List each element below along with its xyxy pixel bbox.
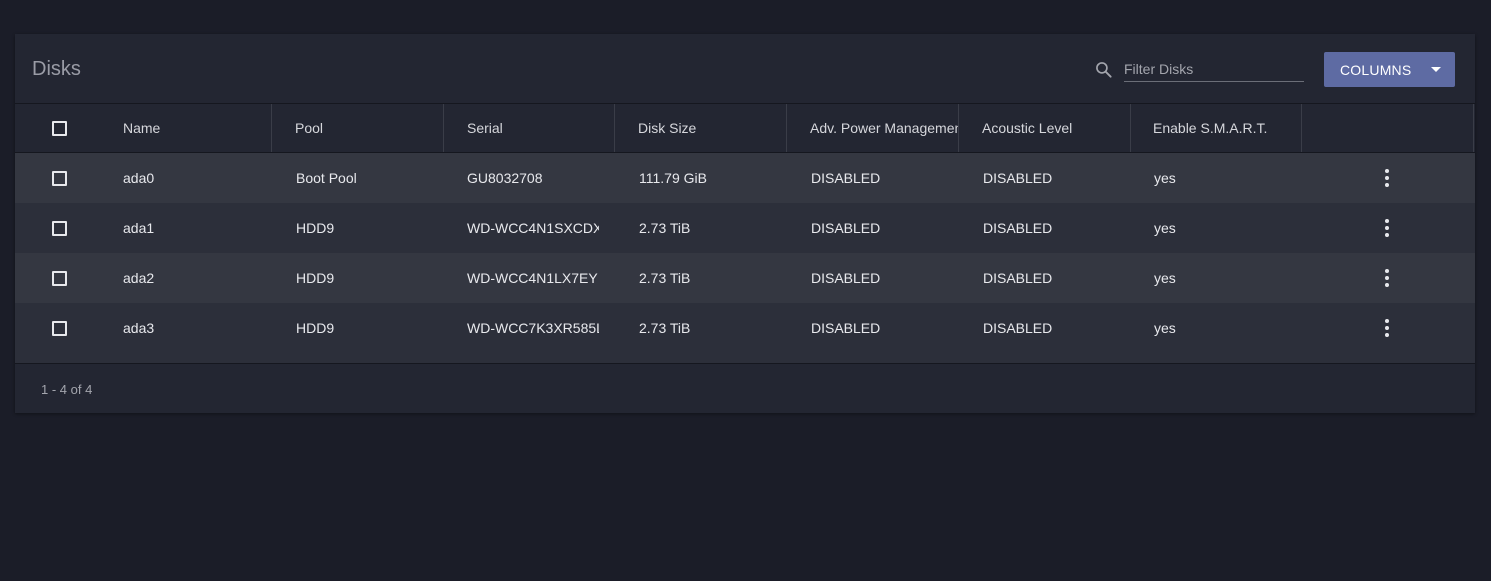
disk-serial: WD-WCC4N1SXCDX — [467, 220, 599, 236]
row-select-cell — [48, 303, 70, 353]
row-actions-cell — [1377, 303, 1397, 353]
disk-pool: Boot Pool — [296, 170, 357, 186]
disk-pool: HDD9 — [296, 220, 335, 236]
row-checkbox[interactable] — [51, 320, 67, 336]
column-header-serial[interactable]: Serial — [467, 104, 617, 152]
pagination-range: 1 - 4 of 4 — [41, 382, 93, 397]
disk-size: 2.73 TiB — [639, 270, 691, 286]
table-row[interactable]: ada0 Boot Pool GU8032708 111.79 GiB DISA… — [15, 153, 1475, 203]
disk-pool: HDD9 — [296, 270, 335, 286]
column-header-disk-size[interactable]: Disk Size — [638, 104, 788, 152]
disk-acoustic-level: DISABLED — [983, 170, 1053, 186]
filter-disks-input[interactable] — [1124, 57, 1304, 82]
disk-pool: HDD9 — [296, 320, 335, 336]
more-vert-icon[interactable] — [1385, 319, 1389, 337]
columns-button-label: COLUMNS — [1340, 62, 1412, 78]
column-divider[interactable] — [443, 104, 444, 152]
columns-button[interactable]: COLUMNS — [1324, 52, 1455, 87]
column-divider[interactable] — [614, 104, 615, 152]
table-bottom-spacer — [15, 353, 1475, 364]
disk-serial: WD-WCC7K3XR585L — [467, 320, 599, 336]
disk-acoustic-level: DISABLED — [983, 220, 1053, 236]
disk-name: ada1 — [123, 220, 155, 236]
row-actions-cell — [1377, 253, 1397, 303]
column-divider[interactable] — [786, 104, 787, 152]
disk-smart-enabled: yes — [1154, 270, 1176, 286]
row-checkbox[interactable] — [51, 220, 67, 236]
more-vert-icon[interactable] — [1385, 269, 1389, 287]
disk-name: ada2 — [123, 270, 155, 286]
card-toolbar: Disks COLUMNS — [15, 34, 1475, 104]
select-all-cell — [48, 104, 70, 152]
column-divider[interactable] — [1301, 104, 1302, 152]
search-icon — [1096, 62, 1112, 78]
disk-power-management: DISABLED — [811, 320, 881, 336]
disk-power-management: DISABLED — [811, 170, 881, 186]
disk-size: 111.79 GiB — [639, 170, 707, 186]
column-divider[interactable] — [271, 104, 272, 152]
column-header-pool[interactable]: Pool — [295, 104, 445, 152]
disk-smart-enabled: yes — [1154, 170, 1176, 186]
arrow-drop-down-icon[interactable] — [1431, 67, 1441, 72]
column-header-enable-smart[interactable]: Enable S.M.A.R.T. — [1153, 104, 1303, 152]
column-header-acoustic-level[interactable]: Acoustic Level — [982, 104, 1132, 152]
disks-card: Disks COLUMNS Name Pool Serial Disk Size… — [15, 34, 1475, 413]
disk-power-management: DISABLED — [811, 220, 881, 236]
row-actions-cell — [1377, 153, 1397, 203]
disk-size: 2.73 TiB — [639, 220, 691, 236]
row-checkbox[interactable] — [51, 170, 67, 186]
row-select-cell — [48, 153, 70, 203]
disk-name: ada0 — [123, 170, 155, 186]
select-all-checkbox[interactable] — [51, 120, 67, 136]
disk-smart-enabled: yes — [1154, 320, 1176, 336]
disk-name: ada3 — [123, 320, 155, 336]
row-select-cell — [48, 253, 70, 303]
table-footer: 1 - 4 of 4 — [15, 364, 1475, 413]
column-divider — [1473, 104, 1474, 152]
table-row[interactable]: ada1 HDD9 WD-WCC4N1SXCDX 2.73 TiB DISABL… — [15, 203, 1475, 253]
disk-serial: GU8032708 — [467, 170, 543, 186]
disk-power-management: DISABLED — [811, 270, 881, 286]
disk-smart-enabled: yes — [1154, 220, 1176, 236]
row-select-cell — [48, 203, 70, 253]
column-divider[interactable] — [958, 104, 959, 152]
row-actions-cell — [1377, 203, 1397, 253]
disk-serial: WD-WCC4N1LX7EY — [467, 270, 598, 286]
page-title: Disks — [32, 58, 81, 80]
disks-table: Name Pool Serial Disk Size Adv. Power Ma… — [15, 104, 1475, 364]
column-divider[interactable] — [1130, 104, 1131, 152]
table-row[interactable]: ada3 HDD9 WD-WCC7K3XR585L 2.73 TiB DISAB… — [15, 303, 1475, 353]
column-header-name[interactable]: Name — [123, 104, 273, 152]
disk-acoustic-level: DISABLED — [983, 320, 1053, 336]
column-header-adv-power-management[interactable]: Adv. Power Management — [810, 104, 958, 152]
disk-acoustic-level: DISABLED — [983, 270, 1053, 286]
table-row[interactable]: ada2 HDD9 WD-WCC4N1LX7EY 2.73 TiB DISABL… — [15, 253, 1475, 303]
disk-size: 2.73 TiB — [639, 320, 691, 336]
more-vert-icon[interactable] — [1385, 219, 1389, 237]
row-checkbox[interactable] — [51, 270, 67, 286]
more-vert-icon[interactable] — [1385, 169, 1389, 187]
table-header-row: Name Pool Serial Disk Size Adv. Power Ma… — [15, 104, 1475, 153]
